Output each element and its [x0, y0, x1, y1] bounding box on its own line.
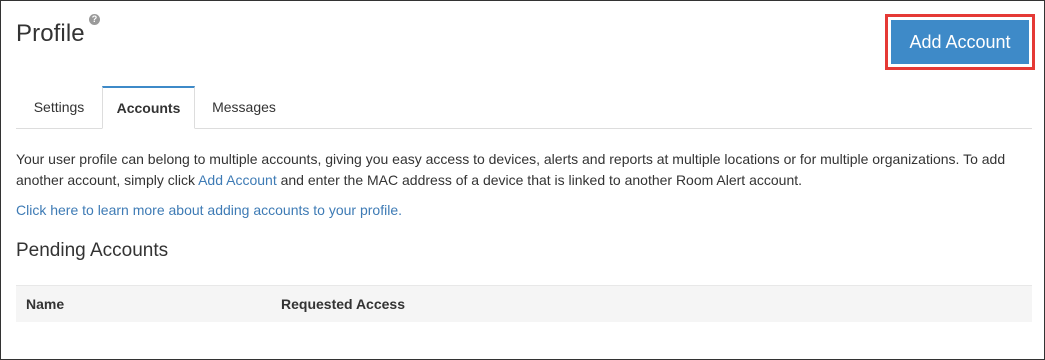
profile-page: Profile ? Add Account Settings Accounts … — [0, 0, 1045, 360]
question-circle-icon[interactable]: ? — [89, 14, 100, 25]
pending-accounts-table-header: Name Requested Access — [16, 285, 1032, 322]
add-account-button[interactable]: Add Account — [891, 20, 1029, 64]
column-header-requested-access: Requested Access — [281, 296, 405, 312]
intro-text-end: and enter the MAC address of a device th… — [276, 172, 803, 188]
learn-more-link[interactable]: Click here to learn more about adding ac… — [16, 200, 402, 221]
add-account-highlight: Add Account — [885, 14, 1035, 70]
pending-accounts-title: Pending Accounts — [16, 240, 169, 261]
profile-tabs: Settings Accounts Messages — [16, 86, 1032, 129]
add-account-inline-link[interactable]: Add Account — [198, 172, 277, 188]
column-header-name: Name — [26, 296, 65, 312]
accounts-description: Your user profile can belong to multiple… — [16, 149, 1036, 191]
tab-settings[interactable]: Settings — [16, 86, 102, 128]
tab-messages[interactable]: Messages — [198, 86, 290, 128]
page-title: Profile — [16, 20, 85, 47]
tab-accounts[interactable]: Accounts — [102, 86, 195, 129]
